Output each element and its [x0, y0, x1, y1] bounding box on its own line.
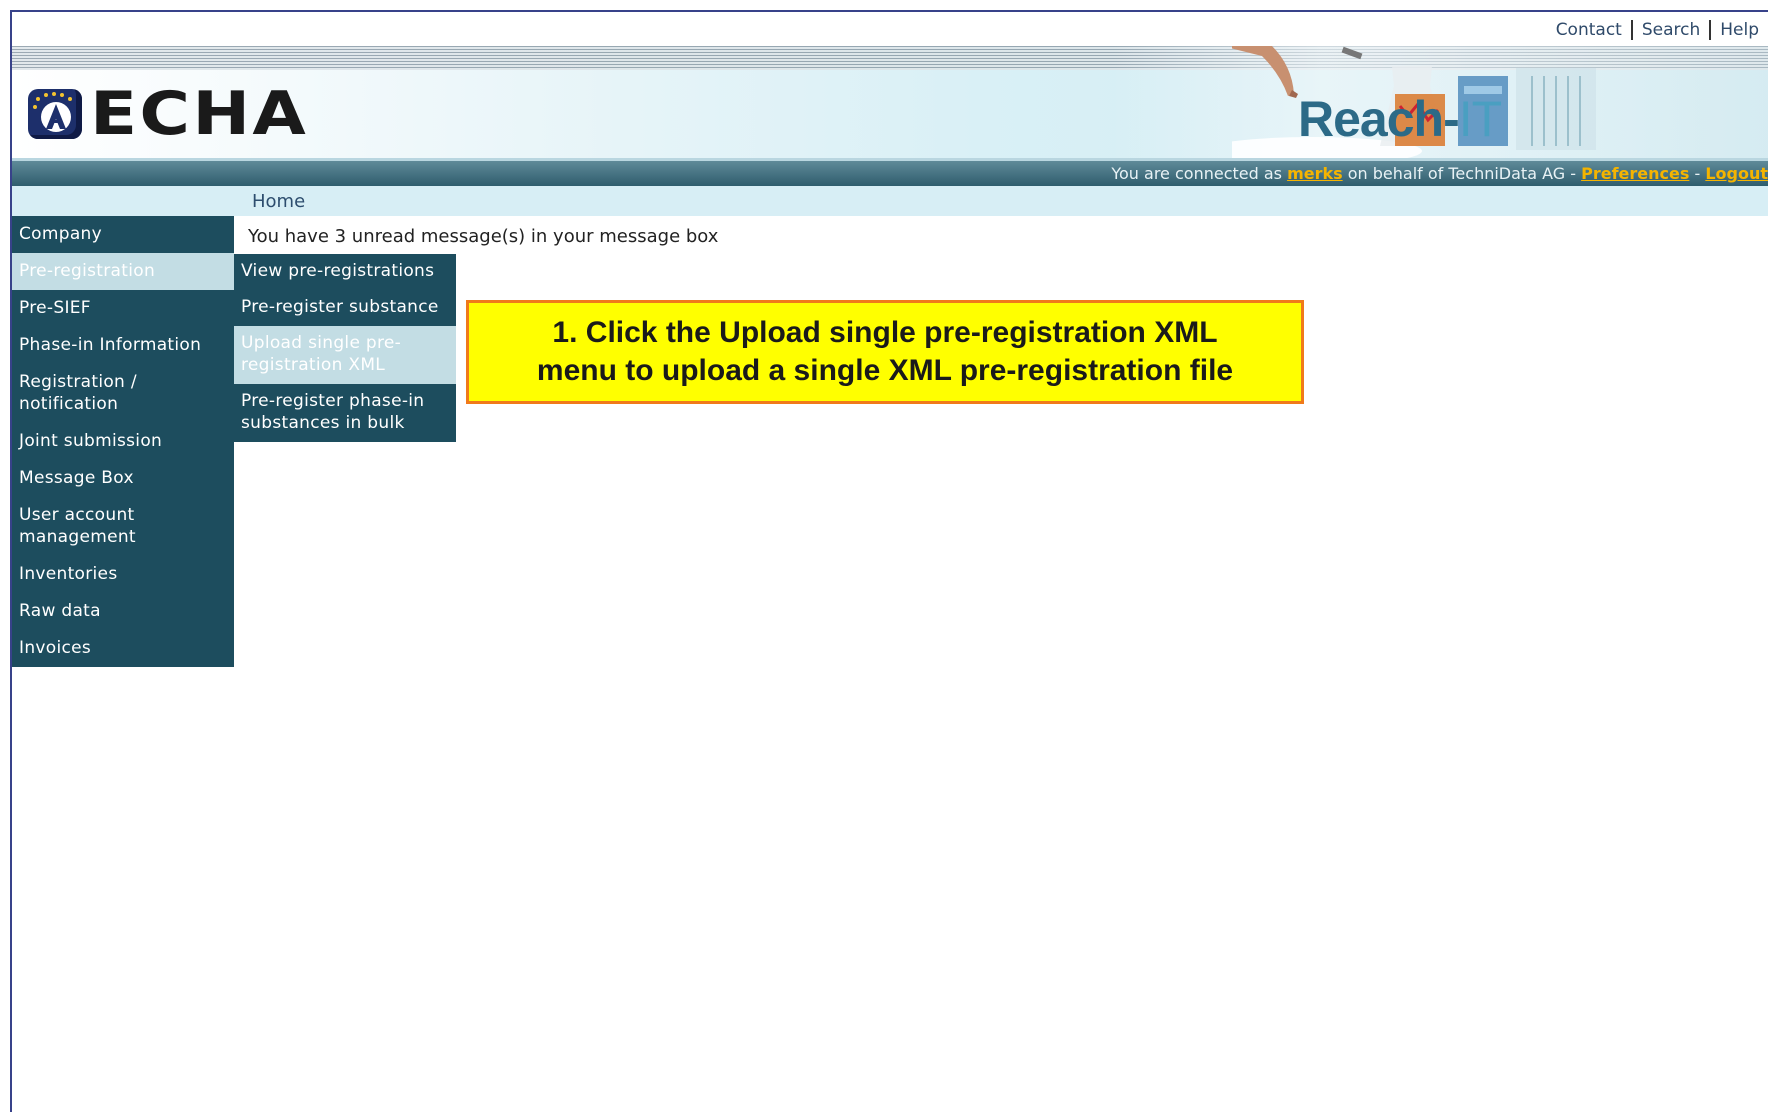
connection-prefix: You are connected as — [1111, 164, 1288, 183]
connection-info: You are connected as merks on behalf of … — [1111, 164, 1768, 183]
logout-link[interactable]: Logout — [1705, 164, 1768, 183]
callout-line-1: 1. Click the Upload single pre-registrat… — [552, 316, 1218, 349]
connection-middle: on behalf of TechniData AG - — [1342, 164, 1582, 183]
submenu-view-pre-registrations[interactable]: View pre-registrations — [234, 254, 456, 290]
submenu-pre-register-substance[interactable]: Pre-register substance — [234, 290, 456, 326]
echa-emblem-icon — [28, 89, 82, 139]
nav-item-registration-notification[interactable]: Registration / notification — [12, 364, 156, 423]
pre-registration-submenu: View pre-registrations Pre-register subs… — [234, 254, 456, 442]
echa-logo-text: ECHA — [90, 79, 309, 149]
user-link[interactable]: merks — [1287, 164, 1343, 183]
app-window: Contact Search Help ECHA Reach-IT You ar… — [10, 10, 1768, 1112]
contact-link[interactable]: Contact — [1547, 20, 1631, 40]
breadcrumb: Home — [12, 186, 1768, 216]
reach-it-logo: Reach-IT — [1298, 90, 1502, 148]
nav-item-pre-registration[interactable]: Pre-registration — [12, 253, 234, 290]
nav-item-joint-submission[interactable]: Joint submission — [12, 423, 234, 460]
header-banner: ECHA Reach-IT — [12, 46, 1768, 158]
unread-message-notice: You have 3 unread message(s) in your mes… — [248, 226, 719, 247]
nav-item-inventories[interactable]: Inventories — [12, 556, 234, 593]
callout-line-2: menu to upload a single XML pre-registra… — [536, 354, 1234, 387]
nav-item-invoices[interactable]: Invoices — [12, 630, 234, 667]
nav-item-message-box[interactable]: Message Box — [12, 460, 234, 497]
connection-dash: - — [1689, 164, 1706, 183]
callout-text: 1. Click the Upload single pre-registrat… — [537, 314, 1233, 390]
left-nav: Company Pre-registration Pre-SIEF Phase-… — [12, 216, 234, 667]
nav-item-user-account-management[interactable]: User account management — [12, 497, 156, 556]
breadcrumb-home[interactable]: Home — [252, 191, 305, 212]
reach-logo-text: Reach- — [1298, 91, 1460, 147]
nav-item-company[interactable]: Company — [12, 216, 234, 253]
reach-logo-suffix: IT — [1458, 91, 1502, 147]
nav-item-pre-sief[interactable]: Pre-SIEF — [12, 290, 234, 327]
preferences-link[interactable]: Preferences — [1581, 164, 1689, 183]
submenu-pre-register-bulk[interactable]: Pre-register phase-in substances in bulk — [234, 384, 456, 442]
nav-item-raw-data[interactable]: Raw data — [12, 593, 234, 630]
submenu-upload-single-xml[interactable]: Upload single pre-registration XML — [234, 326, 456, 384]
echa-logo[interactable]: ECHA — [28, 84, 306, 144]
nav-item-phase-in-information[interactable]: Phase-in Information — [12, 327, 234, 364]
help-link[interactable]: Help — [1711, 20, 1768, 40]
instruction-callout: 1. Click the Upload single pre-registrat… — [466, 300, 1304, 404]
top-links: Contact Search Help — [1547, 18, 1768, 42]
status-bar: You are connected as merks on behalf of … — [12, 158, 1768, 186]
search-link[interactable]: Search — [1633, 20, 1709, 40]
